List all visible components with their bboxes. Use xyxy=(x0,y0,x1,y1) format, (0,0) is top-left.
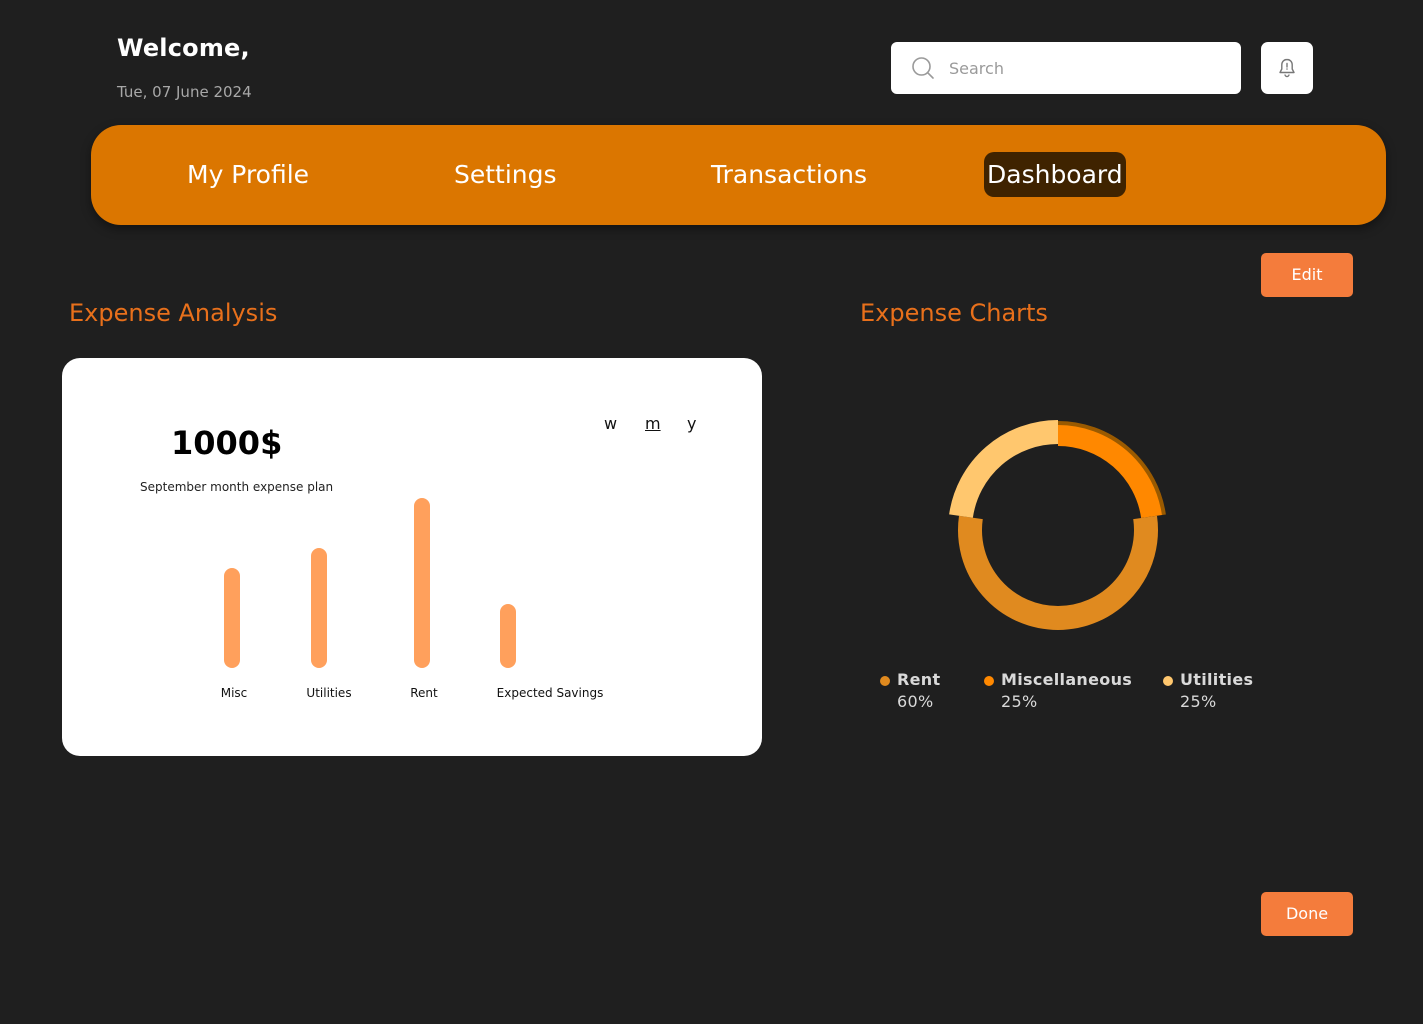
donut-slice-rent xyxy=(958,515,1158,630)
search-icon xyxy=(912,57,934,79)
bar-misc xyxy=(224,568,240,668)
bar-rent xyxy=(414,498,430,668)
bar-expected-savings xyxy=(500,604,516,668)
legend-pct-miscellaneous: 25% xyxy=(1001,692,1038,711)
bar-label-misc: Misc xyxy=(221,686,248,700)
bar-utilities xyxy=(311,548,327,668)
done-button[interactable]: Done xyxy=(1261,892,1353,936)
donut-slice-utilities xyxy=(949,420,1059,519)
period-toggle-month[interactable]: m xyxy=(645,414,661,433)
search-box[interactable] xyxy=(891,42,1241,94)
welcome-heading: Welcome, xyxy=(117,34,250,62)
bell-icon xyxy=(1279,58,1295,78)
legend-pct-utilities: 25% xyxy=(1180,692,1217,711)
bar-label-utilities: Utilities xyxy=(306,686,351,700)
period-toggle-year[interactable]: y xyxy=(687,414,696,433)
nav-tab-dashboard[interactable]: Dashboard xyxy=(984,152,1126,197)
edit-button[interactable]: Edit xyxy=(1261,253,1353,297)
legend-pct-rent: 60% xyxy=(897,692,934,711)
expense-plan-caption: September month expense plan xyxy=(140,480,334,494)
search-input[interactable] xyxy=(949,42,1219,94)
period-toggle-week[interactable]: w xyxy=(604,414,617,433)
legend-dot-miscellaneous xyxy=(984,676,994,686)
expense-analysis-card: Misc Utilities Rent Expected Savings 1000$ … xyxy=(62,358,762,756)
donut-slice-miscellaneous xyxy=(1057,424,1163,519)
expense-plan-amount: 1000$ xyxy=(171,424,283,462)
nav-tab-my-profile[interactable]: My Profile xyxy=(187,152,309,197)
legend-dot-rent xyxy=(880,676,890,686)
bar-label-rent: Rent xyxy=(410,686,438,700)
legend-label-miscellaneous: Miscellaneous xyxy=(1001,670,1133,689)
legend-label-utilities: Utilities xyxy=(1180,670,1254,689)
expense-donut-chart xyxy=(940,420,1180,640)
expense-analysis-title: Expense Analysis xyxy=(69,299,278,327)
bar-label-expected-savings: Expected Savings xyxy=(497,686,604,700)
notification-button[interactable] xyxy=(1261,42,1313,94)
legend-label-rent: Rent xyxy=(897,670,941,689)
main-navigation: My Profile Settings Transactions Dashboa… xyxy=(91,125,1386,225)
legend-dot-utilities xyxy=(1163,676,1173,686)
nav-tab-transactions[interactable]: Transactions xyxy=(711,152,867,197)
current-date: Tue, 07 June 2024 xyxy=(117,83,252,101)
nav-tab-settings[interactable]: Settings xyxy=(454,152,557,197)
expense-charts-title: Expense Charts xyxy=(860,299,1048,327)
